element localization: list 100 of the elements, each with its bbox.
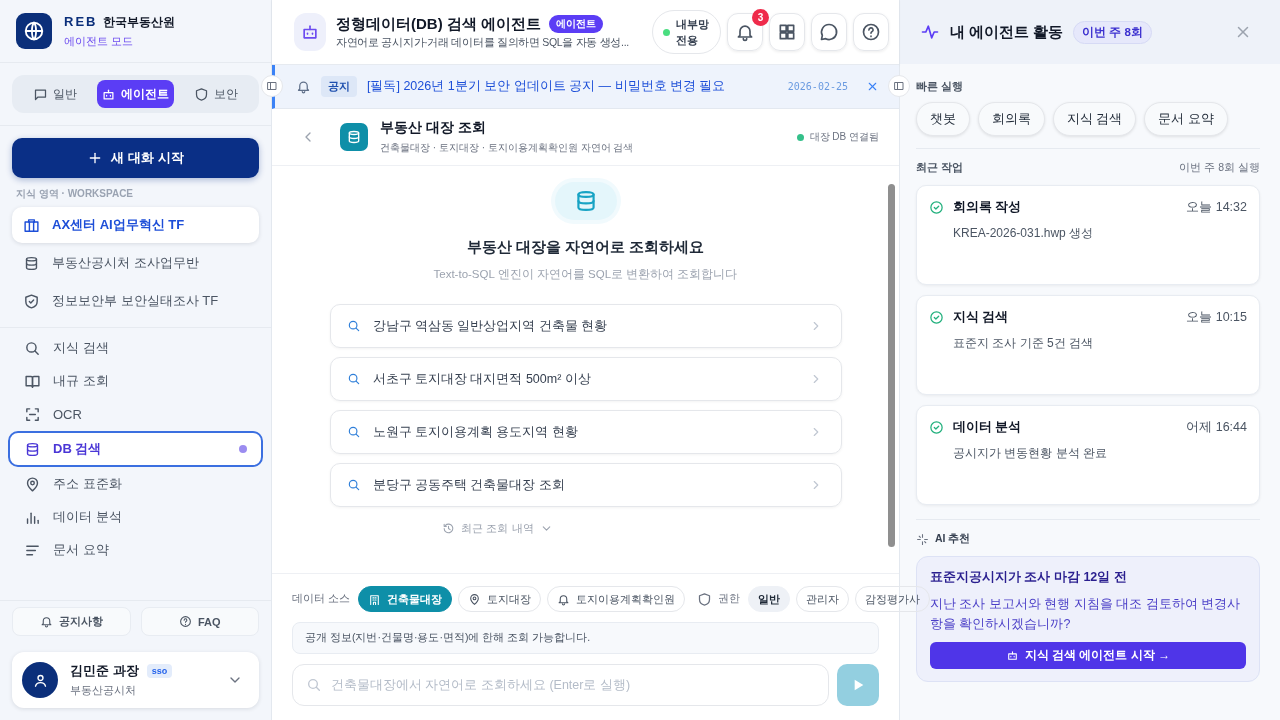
notice-link[interactable]: [필독] 2026년 1분기 보안 업데이트 공지 — 비밀번호 변경 필요 <box>367 78 778 95</box>
footer-button[interactable]: 공지사항 <box>12 607 131 636</box>
page-title: 부동산 대장 조회 <box>380 119 487 137</box>
workspace-item[interactable]: 정보보안부 보안실태조사 TF <box>12 283 259 319</box>
sidebar-toggle-icon <box>266 80 278 92</box>
role-chip[interactable]: 일반 <box>747 586 790 612</box>
permission-label: 권한 <box>717 592 740 606</box>
task-detail: KREA-2026-031.hwp 생성 <box>953 225 1095 242</box>
suggestion-item[interactable]: 강남구 역삼동 일반상업지역 건축물 현황 <box>329 304 842 348</box>
nav-item[interactable]: 주소 표준화 <box>8 468 263 500</box>
robot-icon <box>300 22 320 42</box>
nav-item[interactable]: OCR <box>8 398 263 430</box>
shield-icon <box>696 591 712 607</box>
section-label: AI 추천 <box>935 532 971 546</box>
search-icon <box>24 339 41 357</box>
notice-tag: 공지 <box>321 76 357 97</box>
globe-icon <box>23 20 45 42</box>
nav-item[interactable]: 문서 요약 <box>8 534 263 566</box>
notice-date: 2026-02-25 <box>787 81 848 92</box>
shield-icon <box>193 86 209 102</box>
logo-text: REB <box>64 13 98 29</box>
nav-item[interactable]: 내규 조회 <box>8 365 263 397</box>
panel-title: 내 에이전트 활동 <box>950 22 1064 42</box>
sidebar-toggle-icon <box>893 80 905 92</box>
pulse-icon <box>920 22 940 42</box>
section-label: 빠른 실행 <box>916 80 964 94</box>
suggestion-item[interactable]: 분당구 공동주택 건축물대장 조회 <box>329 463 842 507</box>
close-icon <box>866 80 879 93</box>
search-icon <box>346 319 361 333</box>
task-time: 오늘 10:15 <box>1186 309 1247 326</box>
recommendation-text: 지난 조사 보고서와 현행 지침을 대조 검토하여 변경사항을 확인하시겠습니까? <box>930 596 1242 633</box>
workspace-item[interactable]: AX센터 AI업무혁신 TF <box>12 207 259 243</box>
apps-button[interactable] <box>769 13 805 51</box>
page-subtitle: 건축물대장 · 토지대장 · 토지이용계획확인원 자연어 검색 <box>380 141 635 155</box>
pin-icon <box>24 475 41 493</box>
shield-check-icon <box>23 292 40 310</box>
history-icon <box>442 522 456 535</box>
quick-action-button[interactable]: 문서 요약 <box>1144 102 1228 136</box>
info-note: 공개 정보(지번·건물명·용도·면적)에 한해 조회 가능합니다. <box>292 622 879 654</box>
hero-subheading: Text-to-SQL 엔진이 자연어를 SQL로 변환하여 조회합니다 <box>433 267 738 282</box>
bell-icon <box>39 615 53 628</box>
nav-item[interactable]: 데이터 분석 <box>8 501 263 533</box>
new-chat-button[interactable]: 새 대화 시작 <box>12 138 259 178</box>
notification-count: 3 <box>752 9 769 26</box>
bell-icon <box>735 22 755 42</box>
suggestion-item[interactable]: 서초구 토지대장 대지면적 500m² 이상 <box>329 357 842 401</box>
briefcase-icon <box>23 216 40 234</box>
robot-icon <box>101 86 117 102</box>
quick-action-button[interactable]: 회의록 <box>978 102 1045 136</box>
bell-icon <box>556 592 570 606</box>
chat-button[interactable] <box>811 13 847 51</box>
user-name: 김민준 과장 <box>70 662 139 680</box>
workspace-item[interactable]: 부동산공시처 조사업무반 <box>12 245 259 281</box>
quick-action-button[interactable]: 챗봇 <box>916 102 970 136</box>
database-icon <box>24 440 41 458</box>
footer-button[interactable]: FAQ <box>140 607 259 636</box>
sparkle-icon <box>916 532 929 546</box>
task-card[interactable]: 데이터 분석 어제 16:44 공시지가 변동현황 분석 완료 <box>916 405 1260 505</box>
mode-tab[interactable]: 보안 <box>177 80 254 108</box>
grid-icon <box>777 22 797 42</box>
query-input[interactable]: 건축물대장에서 자연어로 조회하세요 (Enter로 실행) <box>292 664 829 706</box>
suggestion-item[interactable]: 노원구 토지이용계획 용도지역 현황 <box>329 410 842 454</box>
weekly-count-badge: 이번 주 8회 <box>1073 20 1152 44</box>
task-title: 데이터 분석 <box>953 419 1022 436</box>
task-detail: 표준지 조사 기준 5건 검색 <box>953 335 1094 352</box>
network-label: 내부망 전용 <box>676 16 710 48</box>
search-icon <box>346 425 361 439</box>
section-label: 최근 작업 <box>916 161 963 175</box>
scan-icon <box>24 405 41 423</box>
agent-badge: 에이전트 <box>549 15 603 33</box>
user-card[interactable]: 김민준 과장 sso 부동산공시처 <box>12 652 259 708</box>
mode-label: 에이전트 모드 <box>64 33 135 49</box>
task-card[interactable]: 지식 검색 오늘 10:15 표준지 조사 기준 5건 검색 <box>916 295 1260 395</box>
active-dot <box>239 445 247 453</box>
nav-item[interactable]: 지식 검색 <box>8 332 263 364</box>
building-icon <box>367 592 381 606</box>
section-label: 지식 영역 · WORKSPACE <box>16 187 135 201</box>
chat-icon <box>33 86 49 102</box>
agent-description: 자연어로 공시지가·거래 데이터를 질의하면 SQL을 자동 생성... <box>336 35 630 50</box>
source-chip[interactable]: 건축물대장 <box>357 586 452 612</box>
close-button[interactable] <box>866 80 879 93</box>
mode-tab[interactable]: 일반 <box>17 80 94 108</box>
task-card[interactable]: 회의록 작성 오늘 14:32 KREA-2026-031.hwp 생성 <box>916 185 1260 285</box>
hero-heading: 부동산 대장을 자연어로 조회하세요 <box>466 238 705 257</box>
start-agent-button[interactable]: 지식 검색 에이전트 시작 → <box>930 642 1246 669</box>
help-button[interactable] <box>853 13 889 51</box>
organization-name: 한국부동산원 <box>103 13 176 31</box>
search-icon <box>346 478 361 492</box>
search-icon <box>346 372 361 386</box>
database-icon <box>346 129 362 145</box>
database-icon <box>23 254 40 272</box>
quick-action-button[interactable]: 지식 검색 <box>1053 102 1137 136</box>
task-title: 회의록 작성 <box>953 199 1022 216</box>
status-dot <box>663 28 670 36</box>
nav-item[interactable]: DB 검색 <box>8 431 263 467</box>
task-time: 오늘 14:32 <box>1186 199 1247 216</box>
connection-status: 대장 DB 연결됨 <box>809 130 879 144</box>
help-icon <box>861 22 881 42</box>
mode-tab[interactable]: 에이전트 <box>97 80 174 108</box>
status-dot <box>796 133 804 141</box>
